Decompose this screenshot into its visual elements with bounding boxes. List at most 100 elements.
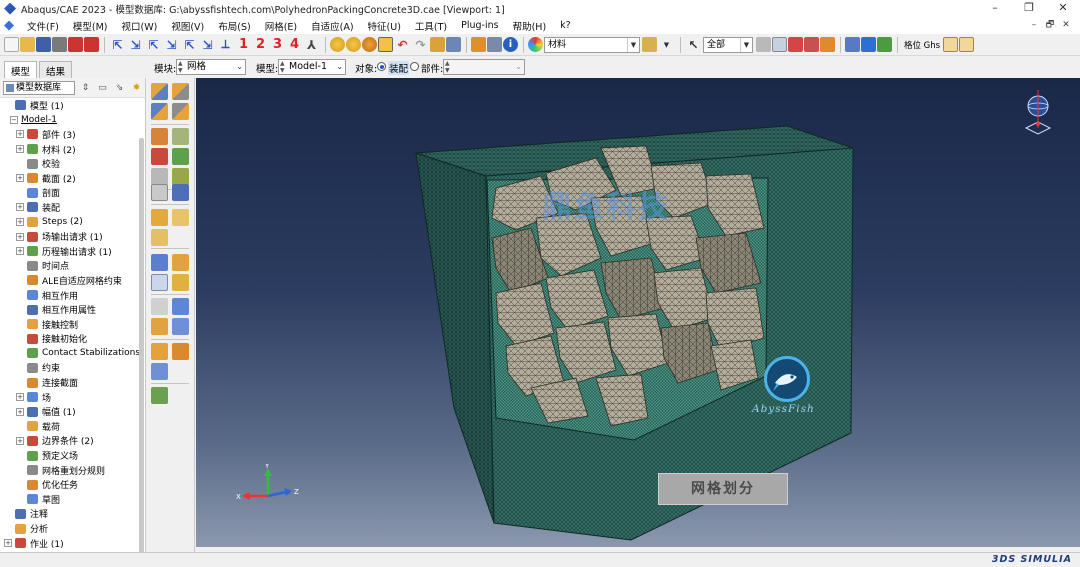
menu-model[interactable]: 模型(M) (66, 19, 115, 33)
save-icon[interactable] (36, 37, 51, 52)
select-in-icon[interactable] (804, 37, 819, 52)
view-back-icon[interactable]: ⇲ (127, 36, 144, 53)
assign-stack-direction-icon[interactable] (151, 343, 168, 360)
tree-item[interactable]: + 边界条件 (2) (0, 434, 145, 449)
tree-item[interactable]: + 历程输出请求 (1) (0, 244, 145, 259)
redo-icon[interactable]: ↷ (412, 36, 429, 53)
partition-edge-icon[interactable] (151, 184, 168, 201)
edit-mesh-icon[interactable] (151, 229, 168, 246)
selection-filter-combo[interactable]: 全部 ▼ (703, 36, 753, 53)
datum-axis-icon[interactable] (172, 254, 189, 271)
seed-edges-icon[interactable] (151, 103, 168, 120)
select-intersect-icon[interactable] (788, 37, 803, 52)
view-left-icon[interactable]: ⇱ (181, 36, 198, 53)
datum-plane-icon[interactable] (151, 274, 168, 291)
view-preset-1-button[interactable]: 1 (235, 37, 252, 52)
collapse-icon[interactable]: − (10, 115, 18, 124)
triad-view-icon[interactable]: ⅄ (303, 36, 320, 53)
expand-icon[interactable]: + (16, 436, 24, 445)
menu-file[interactable]: 文件(F) (20, 19, 66, 33)
render-shaded-icon[interactable] (330, 37, 345, 52)
export-icon[interactable] (84, 37, 99, 52)
delete-seeds-icon[interactable] (172, 83, 189, 100)
tree-item[interactable]: ALE自适应网格约束 (0, 273, 145, 288)
part-combo[interactable]: ▲ ▼ ⌄ (443, 59, 525, 75)
replace-selected-icon[interactable] (820, 37, 835, 52)
expand-icon[interactable]: + (16, 247, 24, 256)
layout-icon[interactable] (446, 37, 461, 52)
tree-item[interactable]: 时间点 (0, 259, 145, 274)
assign-mesh-controls-icon[interactable] (151, 128, 168, 145)
datum-point-icon[interactable] (151, 254, 168, 271)
tree-item[interactable]: 相互作用 (0, 288, 145, 303)
expand-icon[interactable]: + (16, 174, 24, 183)
tree-item[interactable]: 预定义场 (0, 448, 145, 463)
transform-icon[interactable] (151, 363, 168, 380)
tree-item[interactable]: − Model-1 (0, 113, 145, 128)
tree-source-combo[interactable]: 模型数据库 (3, 80, 75, 95)
color-options-dropdown-icon[interactable]: ▼ (658, 36, 675, 53)
expand-icon[interactable]: + (16, 203, 24, 212)
tree-item[interactable]: 载荷 (0, 419, 145, 434)
tree-item[interactable]: 注释 (0, 507, 145, 522)
tree-item[interactable]: 连接截面 (0, 375, 145, 390)
virtual-topology-icon[interactable] (172, 209, 189, 226)
select-box-icon[interactable] (772, 37, 787, 52)
tree-item[interactable]: + 材料 (2) (0, 142, 145, 157)
render-wire-icon[interactable] (362, 37, 377, 52)
tree-item[interactable]: 约束 (0, 361, 145, 376)
tree-item[interactable]: + 作业 (1) (0, 536, 145, 551)
new-file-icon[interactable] (4, 37, 19, 52)
menu-viewport[interactable]: 视口(W) (115, 19, 165, 33)
mdi-close-button[interactable]: ✕ (1058, 17, 1074, 34)
close-button[interactable]: ✕ (1046, 0, 1080, 17)
model-combo[interactable]: ▲ ▼ Model-1 ⌄ (278, 59, 346, 75)
tree-scrollbar[interactable] (139, 138, 144, 552)
pan-tool-icon[interactable] (378, 37, 393, 52)
tree-item[interactable]: + 幅值 (1) (0, 404, 145, 419)
module-combo[interactable]: ▲ ▼ 网格 ⌄ (176, 59, 246, 75)
expand-icon[interactable]: + (16, 232, 24, 241)
mesh-display-button[interactable]: 格位 Ghs (902, 36, 942, 53)
menu-tools[interactable]: 工具(T) (408, 19, 454, 33)
display-group-remove-icon[interactable] (877, 37, 892, 52)
tree-item[interactable]: 剖面 (0, 186, 145, 201)
tree-item[interactable]: 草图 (0, 492, 145, 507)
select-options-icon[interactable] (756, 37, 771, 52)
tree-item[interactable]: + 场 (0, 390, 145, 405)
select-cursor-icon[interactable]: ↖ (685, 36, 702, 53)
menu-plugins[interactable]: Plug-ins (454, 20, 505, 31)
tree-item[interactable]: 优化任务 (0, 477, 145, 492)
tree-item[interactable]: + 部件 (3) (0, 127, 145, 142)
display-group-edit-icon[interactable] (861, 37, 876, 52)
color-options-icon[interactable] (642, 37, 657, 52)
tree-item[interactable]: 相互作用属性 (0, 302, 145, 317)
view-top-icon[interactable]: ⇱ (145, 36, 162, 53)
tree-item[interactable]: + 装配 (0, 200, 145, 215)
view-bottom-icon[interactable]: ⇲ (163, 36, 180, 53)
create-csys-icon[interactable] (151, 298, 168, 315)
menu-feature[interactable]: 特征(U) (361, 19, 408, 33)
mesh-tools-icon[interactable] (151, 387, 168, 404)
query-icon[interactable] (430, 37, 445, 52)
mdi-minimize-button[interactable]: – (1026, 17, 1042, 34)
menu-help[interactable]: 帮助(H) (506, 19, 554, 33)
verify-mesh-icon[interactable] (172, 148, 189, 165)
render-model-icon[interactable] (943, 37, 958, 52)
delete-mesh-icon[interactable] (172, 168, 189, 185)
color-code-icon[interactable] (528, 37, 543, 52)
tree-collapse-icon[interactable]: ⇘ (113, 82, 126, 94)
assign-element-type-icon[interactable] (172, 128, 189, 145)
viewport-menu-icon[interactable] (4, 20, 14, 31)
view-right-icon[interactable]: ⇲ (199, 36, 216, 53)
cascade-windows-icon[interactable] (487, 37, 502, 52)
view-preset-3-button[interactable]: 3 (269, 37, 286, 52)
print-icon[interactable] (52, 37, 67, 52)
mdi-restore-button[interactable]: 🗗 (1042, 17, 1058, 34)
expand-icon[interactable]: + (16, 130, 24, 139)
expand-icon[interactable]: + (4, 539, 12, 548)
maximize-button[interactable]: ❐ (1012, 0, 1046, 17)
expand-icon[interactable]: + (16, 218, 24, 227)
partition-face-icon[interactable] (172, 184, 189, 201)
render-hidden-icon[interactable] (346, 37, 361, 52)
